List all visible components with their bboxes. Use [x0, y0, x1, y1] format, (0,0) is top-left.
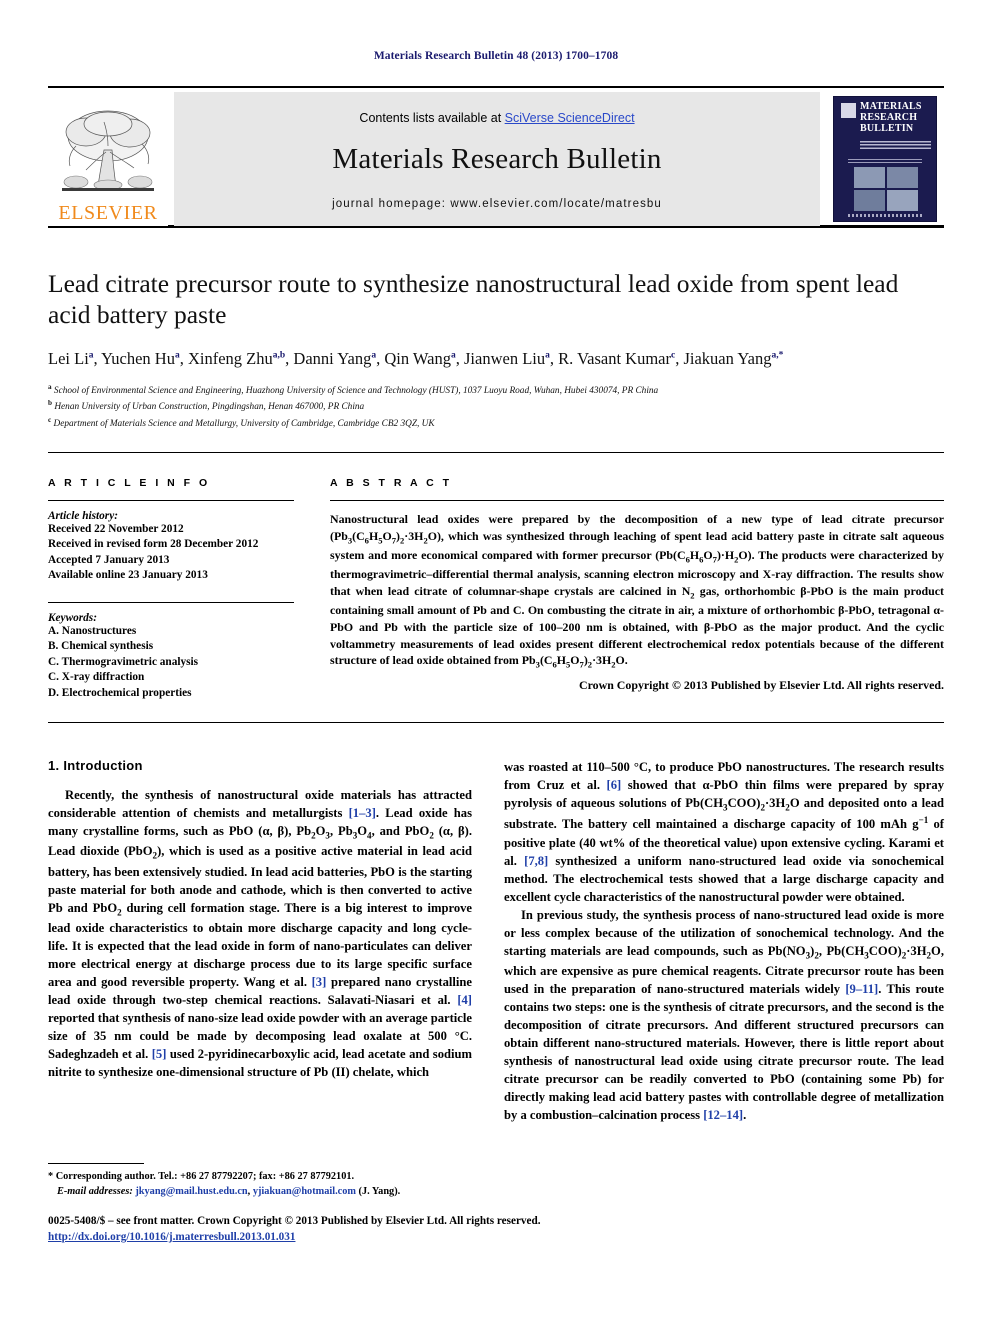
history-item: Accepted 7 January 2013 [48, 553, 170, 566]
keyword-item: C. Thermogravimetric analysis [48, 655, 199, 668]
keyword-item: A. Nanostructures [48, 624, 137, 637]
affiliation-list: a School of Environmental Science and En… [48, 382, 928, 431]
history-item: Available online 23 January 2013 [48, 569, 208, 582]
cover-subtitle-lines [860, 141, 931, 150]
cover-elsevier-mark-icon [841, 103, 856, 118]
cover-footer-lines [848, 214, 922, 217]
journal-homepage-line[interactable]: journal homepage: www.elsevier.com/locat… [332, 198, 662, 210]
doi-link[interactable]: http://dx.doi.org/10.1016/j.materresbull… [48, 1229, 944, 1245]
body-column-right: was roasted at 110–500 °C, to produce Pb… [504, 758, 944, 1124]
abstract-rule [330, 500, 944, 501]
article-info-heading: A R T I C L E I N F O [48, 477, 211, 489]
article-history-block: Article history: Received 22 November 20… [48, 510, 294, 584]
elsevier-tree-icon [62, 110, 154, 191]
cover-micrograph-cell [886, 167, 918, 189]
footnote-rule [48, 1163, 144, 1164]
keyword-item: C. X-ray diffraction [48, 671, 145, 684]
abstract-copyright: Crown Copyright © 2013 Published by Else… [579, 677, 944, 692]
keyword-item: B. Chemical synthesis [48, 640, 154, 653]
cover-micrograph-cell [854, 189, 886, 211]
journal-masthead: ELSEVIER Contents lists available at Sci… [48, 86, 944, 228]
issn-copyright-line: 0025-5408/$ – see front matter. Crown Co… [48, 1215, 541, 1227]
cover-divider [848, 159, 922, 163]
affiliation: c Department of Materials Science and Me… [48, 415, 435, 429]
paragraph: Recently, the synthesis of nanostructura… [48, 788, 473, 1080]
affiliation: b Henan University of Urban Construction… [48, 399, 365, 413]
keywords-label: Keywords: [48, 611, 97, 624]
cover-title: MATERIALS RESEARCH BULLETIN [860, 101, 922, 135]
page-footer: 0025-5408/$ – see front matter. Crown Co… [48, 1213, 944, 1245]
abstract-column: A B S T R A C T Nanostructural lead oxid… [330, 477, 944, 693]
article-history-label: Article history: [48, 510, 118, 522]
corresponding-author-footnote: * Corresponding author. Tel.: +86 27 877… [48, 1170, 472, 1200]
keyword-item: D. Electrochemical properties [48, 686, 192, 699]
abstract-bottom-rule [48, 722, 944, 723]
info-section-top-rule [48, 452, 944, 453]
article-info-column: A R T I C L E I N F O Article history: R… [48, 477, 294, 701]
body-column-left: 1. Introduction Recently, the synthesis … [48, 758, 472, 1081]
affiliation: a School of Environmental Science and En… [48, 383, 659, 397]
abstract-text: Nanostructural lead oxides were prepared… [330, 512, 945, 670]
elsevier-wordmark: ELSEVIER [58, 202, 158, 224]
cover-micrograph-cell [886, 189, 918, 211]
title-block: Lead citrate precursor route to synthesi… [48, 268, 928, 431]
keywords-rule [48, 601, 294, 603]
contents-available-line: Contents lists available at SciVerse Sci… [359, 111, 634, 125]
journal-cover-thumbnail: MATERIALS RESEARCH BULLETIN [826, 92, 944, 226]
masthead-center: Contents lists available at SciVerse Sci… [174, 92, 820, 226]
sciencedirect-link[interactable]: SciVerse ScienceDirect [505, 111, 635, 125]
paragraph: In previous study, the synthesis process… [504, 907, 944, 1123]
author-list: Lei Lia, Yuchen Hua, Xinfeng Zhua,b, Dan… [48, 349, 784, 369]
cover-micrograph-grid [854, 167, 918, 211]
page-title: Lead citrate precursor route to synthesi… [48, 269, 899, 330]
abstract-heading: A B S T R A C T [330, 477, 452, 489]
keywords-block: Keywords: A. Nanostructures B. Chemical … [48, 612, 294, 701]
paragraph: was roasted at 110–500 °C, to produce Pb… [504, 760, 945, 904]
section-heading-introduction: 1. Introduction [48, 758, 143, 773]
corresponding-author-line: * Corresponding author. Tel.: +86 27 877… [48, 1171, 355, 1182]
history-item: Received in revised form 28 December 201… [48, 538, 259, 551]
contents-prefix: Contents lists available at [359, 110, 505, 125]
journal-title: Materials Research Bulletin [332, 142, 662, 175]
email-line[interactable]: E-mail addresses: jkyang@mail.hust.edu.c… [48, 1185, 472, 1200]
paper-page: Materials Research Bulletin 48 (2013) 17… [0, 0, 992, 1323]
history-item: Received 22 November 2012 [48, 523, 184, 535]
elsevier-logo: ELSEVIER [48, 92, 168, 226]
cover-micrograph-cell [854, 167, 886, 189]
article-info-rule [48, 500, 294, 501]
running-head: Materials Research Bulletin 48 (2013) 17… [373, 50, 619, 62]
